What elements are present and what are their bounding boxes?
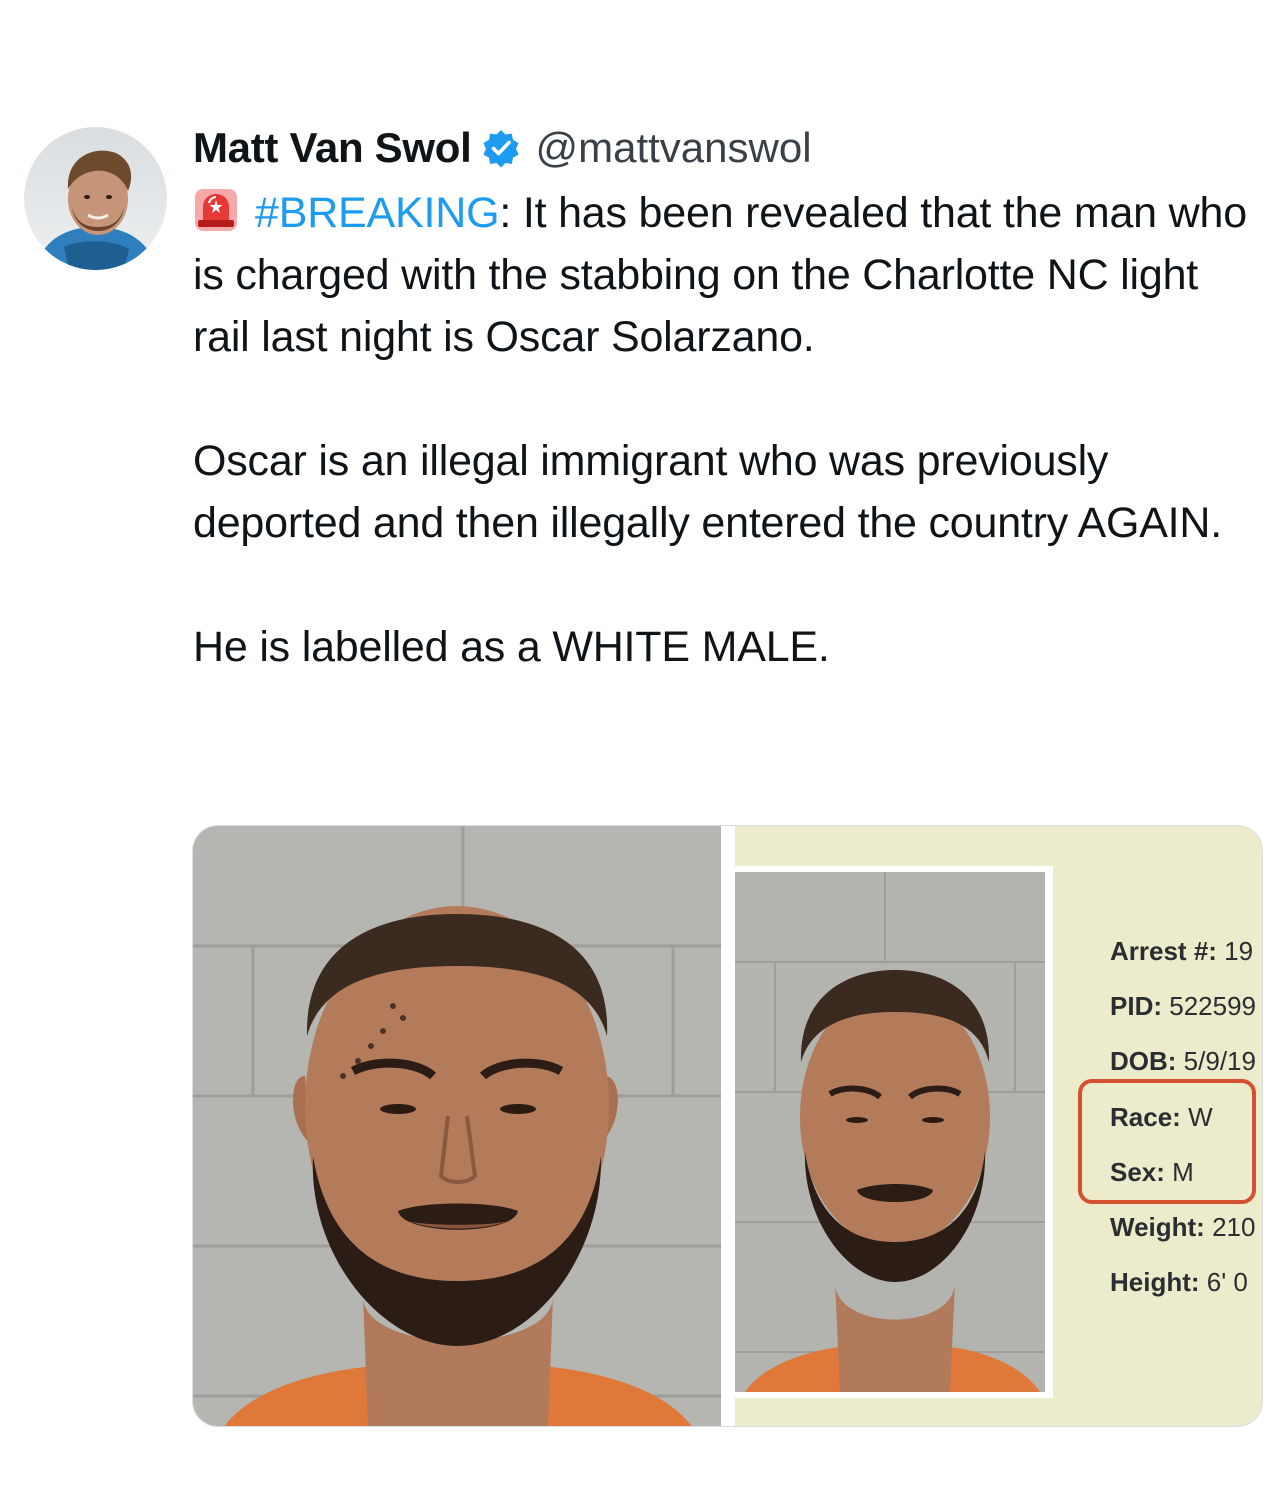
tweet-media[interactable]: Arrest #: 19 PID: 522599 DOB: 5/9/19 Rac…	[192, 825, 1263, 1427]
record-pid-value: 522599	[1169, 991, 1256, 1021]
verified-badge-icon	[481, 128, 521, 168]
record-arrest-label: Arrest #:	[1110, 936, 1217, 966]
mugshot-photo[interactable]	[193, 826, 721, 1427]
record-pid: PID: 522599	[1110, 991, 1256, 1022]
tweet-paragraph-1: #BREAKING: It has been revealed that the…	[193, 182, 1253, 368]
tweet-paragraph-2: Oscar is an illegal immigrant who was pr…	[193, 437, 1223, 547]
record-height-label: Height:	[1110, 1267, 1200, 1297]
avatar[interactable]	[24, 127, 167, 270]
record-arrest: Arrest #: 19	[1110, 936, 1253, 967]
tweet-body: #BREAKING: It has been revealed that the…	[193, 182, 1253, 678]
record-height: Height: 6' 0	[1110, 1267, 1248, 1298]
hashtag-link[interactable]: #BREAKING	[255, 189, 500, 237]
record-dob-label: DOB:	[1110, 1046, 1177, 1076]
record-height-value: 6' 0	[1206, 1267, 1248, 1297]
record-mugshot-photo	[735, 872, 1045, 1392]
record-weight-label: Weight:	[1110, 1212, 1205, 1242]
record-pid-label: PID:	[1110, 991, 1162, 1021]
arrest-record-image: Arrest #: 19 PID: 522599 DOB: 5/9/19 Rac…	[735, 826, 1262, 1426]
record-weight-value: 210	[1212, 1212, 1256, 1242]
handle[interactable]: @mattvanswol	[535, 124, 811, 172]
tweet-paragraph-3: He is labelled as a WHITE MALE.	[193, 623, 830, 671]
race-sex-highlight-box	[1078, 1079, 1256, 1204]
media-divider	[721, 826, 735, 1426]
avatar-image	[24, 127, 167, 270]
record-arrest-value: 19	[1224, 936, 1254, 966]
record-weight: Weight: 210	[1110, 1212, 1255, 1243]
record-dob-value: 5/9/19	[1183, 1046, 1256, 1076]
record-dob: DOB: 5/9/19	[1110, 1046, 1256, 1077]
police-siren-icon	[193, 187, 239, 233]
display-name[interactable]: Matt Van Swol	[193, 124, 472, 172]
tweet-header: Matt Van Swol @mattvanswol	[193, 120, 812, 176]
